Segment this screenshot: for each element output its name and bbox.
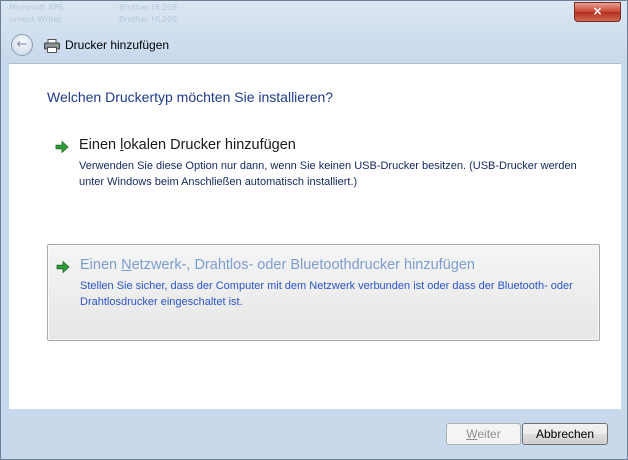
title-ghost-text: Microsoft XPS — [9, 3, 64, 12]
option-description: Stellen Sie sicher, dass der Computer mi… — [80, 280, 573, 308]
page-heading: Welchen Druckertyp möchten Sie installie… — [47, 89, 334, 105]
title-ghost-text: Brother HL208 — [119, 3, 178, 12]
option-title: Einen lokalen Drucker hinzufügen — [79, 137, 296, 153]
cancel-button[interactable]: Abbrechen — [522, 423, 608, 445]
navigation-bar: ← Drucker hinzufügen — [1, 31, 627, 61]
option-description: Verwenden Sie diese Option nur dann, wen… — [79, 160, 577, 188]
next-button[interactable]: Weiter — [446, 423, 521, 445]
back-arrow-icon: ← — [16, 37, 28, 52]
option-title: Einen Netzwerk-, Drahtlos- oder Bluetoot… — [80, 257, 475, 273]
title-bar[interactable]: Microsoft XPS Brother HL208 ument Writer… — [1, 1, 627, 31]
dialog-title: Drucker hinzufügen — [65, 38, 170, 52]
add-local-printer-option[interactable]: Einen lokalen Drucker hinzufügen Verwend… — [47, 132, 600, 192]
content-area: Welchen Druckertyp möchten Sie installie… — [9, 63, 621, 409]
printer-icon — [44, 39, 60, 53]
title-ghost-text: Brother HL208 — [119, 15, 178, 24]
green-arrow-icon — [56, 260, 70, 274]
title-ghost-text: ument Writer — [9, 15, 62, 24]
footer-bar: Weiter Abbrechen — [9, 409, 621, 459]
close-icon: × — [592, 4, 603, 18]
close-button[interactable]: × — [574, 2, 621, 22]
green-arrow-icon — [55, 140, 69, 154]
add-printer-window: Microsoft XPS Brother HL208 ument Writer… — [0, 0, 628, 460]
add-network-printer-option[interactable]: Einen Netzwerk-, Drahtlos- oder Bluetoot… — [47, 244, 600, 341]
back-button[interactable]: ← — [11, 34, 33, 56]
